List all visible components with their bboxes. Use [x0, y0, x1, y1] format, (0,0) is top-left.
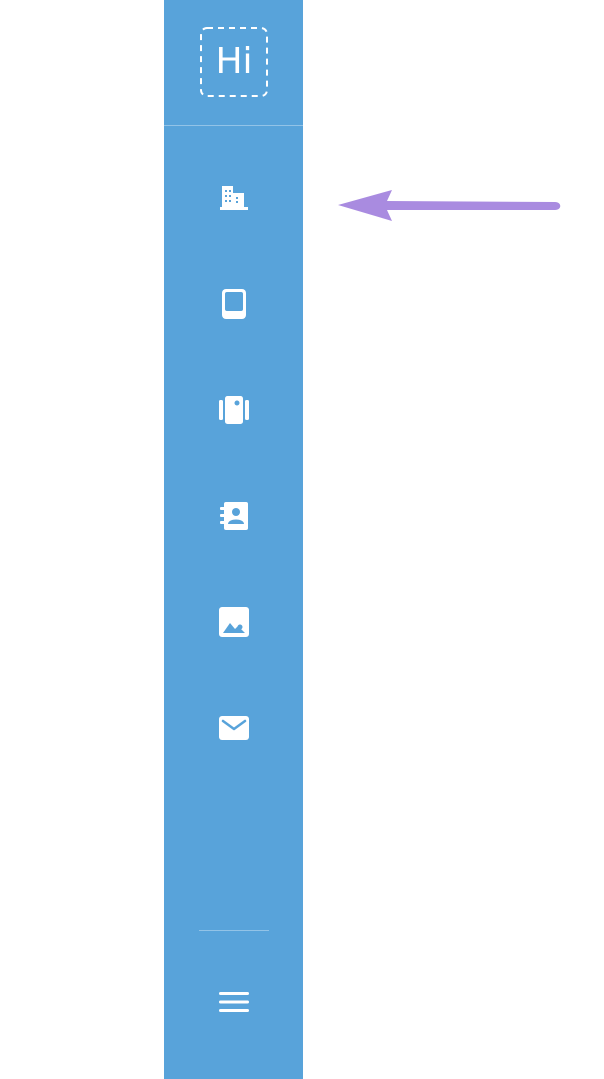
page: Hi	[0, 0, 604, 1079]
menu-toggle-button[interactable]	[209, 977, 259, 1027]
sidebar-item-tablet[interactable]	[209, 279, 259, 329]
gallery-icon	[219, 396, 249, 424]
sidebar-item-building[interactable]	[209, 173, 259, 223]
contacts-icon	[220, 502, 248, 530]
mail-icon	[219, 716, 249, 740]
logo-text: Hi	[215, 41, 253, 82]
sidebar: Hi	[164, 0, 303, 1079]
sidebar-item-mail[interactable]	[209, 703, 259, 753]
image-icon	[219, 607, 249, 637]
sidebar-item-gallery[interactable]	[209, 385, 259, 435]
sidebar-item-contacts[interactable]	[209, 491, 259, 541]
tablet-icon	[222, 289, 246, 319]
building-icon	[220, 186, 248, 210]
hi-logo[interactable]: Hi	[199, 26, 269, 98]
sidebar-item-images[interactable]	[209, 597, 259, 647]
top-divider	[164, 125, 303, 126]
bottom-divider	[199, 930, 269, 931]
annotation-arrow-icon	[338, 190, 561, 221]
hamburger-menu-icon	[219, 992, 249, 1012]
